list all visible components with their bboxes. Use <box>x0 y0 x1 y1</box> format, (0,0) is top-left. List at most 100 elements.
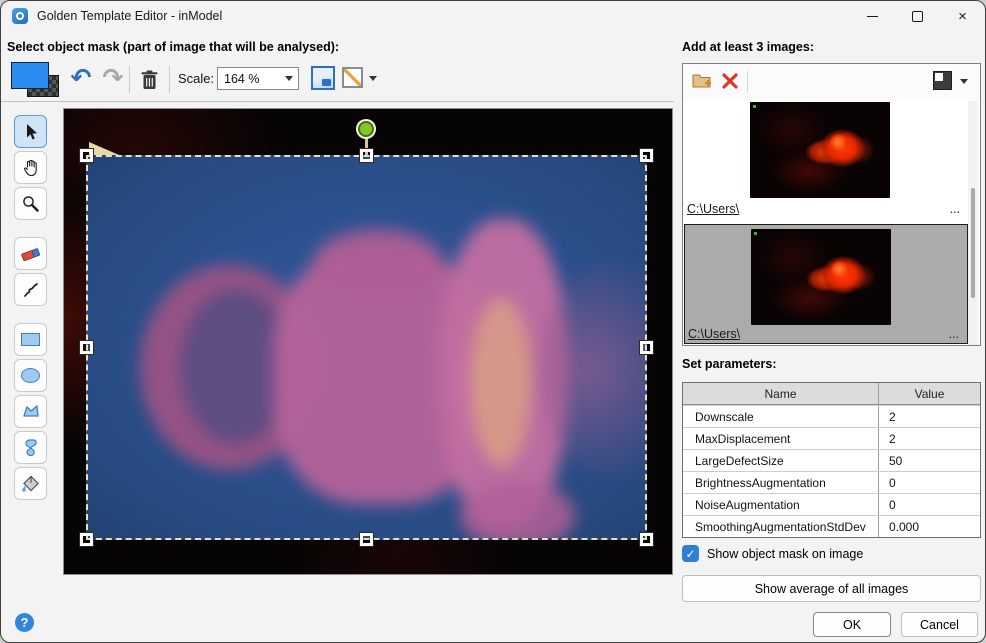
object-mask-region[interactable] <box>86 155 647 540</box>
param-name: LargeDefectSize <box>683 450 879 471</box>
titlebar: Golden Template Editor - inModel × <box>1 1 985 31</box>
scale-combobox[interactable]: 164 % <box>217 67 299 90</box>
editor-toolbar: ↶ ↷ Scale: 164 % <box>1 57 674 102</box>
image-more-label: ... <box>950 202 960 216</box>
undo-button[interactable]: ↶ <box>67 61 95 95</box>
show-average-button[interactable]: Show average of all images <box>682 575 981 602</box>
help-button[interactable]: ? <box>15 613 34 632</box>
tool-freeform-region[interactable] <box>14 431 47 464</box>
show-mask-checkbox-row[interactable]: ✓ Show object mask on image <box>682 545 863 562</box>
param-value[interactable]: 2 <box>879 432 980 446</box>
ok-button[interactable]: OK <box>813 612 891 637</box>
remove-image-button[interactable] <box>721 72 739 95</box>
close-button[interactable]: × <box>940 1 985 31</box>
eraser-icon <box>21 247 41 261</box>
tool-rectangle[interactable] <box>14 323 47 356</box>
mask-section-label: Select object mask (part of image that w… <box>7 40 339 54</box>
redo-button[interactable]: ↷ <box>99 61 127 95</box>
param-value[interactable]: 0 <box>879 498 980 512</box>
tool-polygon[interactable] <box>14 395 47 428</box>
image-path-link[interactable]: C:\Users\ <box>687 202 739 216</box>
minimize-button[interactable] <box>850 1 895 31</box>
trash-icon <box>141 70 158 90</box>
tool-zoom[interactable] <box>14 187 47 220</box>
image-thumbnail[interactable] <box>751 229 891 325</box>
blob-icon <box>23 439 39 457</box>
image-thumbnail[interactable] <box>750 102 890 198</box>
table-row[interactable]: MaxDisplacement 2 <box>683 427 980 449</box>
param-value[interactable]: 2 <box>879 410 980 424</box>
selection-handle-sw[interactable] <box>80 533 93 546</box>
param-value[interactable]: 0.000 <box>879 520 980 534</box>
golden-template-editor-dialog: Golden Template Editor - inModel × Selec… <box>0 0 986 643</box>
images-section-label: Add at least 3 images: <box>682 40 814 54</box>
add-images-button[interactable] <box>692 72 714 95</box>
maximize-button[interactable] <box>895 1 940 31</box>
mask-editor-canvas[interactable] <box>63 108 673 575</box>
toolbar-separator <box>747 71 748 93</box>
checkbox-checked-icon[interactable]: ✓ <box>682 545 699 562</box>
tool-freehand-draw[interactable] <box>14 273 47 306</box>
parameters-section-label: Set parameters: <box>682 357 777 371</box>
mask-corner-marker <box>89 142 119 155</box>
image-path-link[interactable]: C:\Users\ <box>688 327 740 341</box>
region-mode-dropdown-icon[interactable] <box>369 76 377 81</box>
toolbar-separator <box>169 66 170 93</box>
cancel-button[interactable]: Cancel <box>901 612 978 637</box>
param-name: Downscale <box>683 406 879 427</box>
image-list-toolbar <box>683 64 980 100</box>
folder-plus-icon <box>692 72 714 90</box>
tool-fill[interactable] <box>14 467 47 500</box>
tool-eraser[interactable] <box>14 237 47 270</box>
selection-handle-n[interactable] <box>360 149 373 162</box>
selection-handle-w[interactable] <box>80 341 93 354</box>
scale-value: 164 % <box>224 72 285 86</box>
scribble-icon <box>22 281 40 299</box>
help-icon: ? <box>21 615 29 630</box>
window-title: Golden Template Editor - inModel <box>37 9 222 23</box>
table-row[interactable]: NoiseAugmentation 0 <box>683 493 980 515</box>
image-more-label: ... <box>949 327 959 341</box>
selection-handle-ne[interactable] <box>640 149 653 162</box>
delete-mask-button[interactable] <box>135 66 163 94</box>
show-mask-checkbox-label: Show object mask on image <box>707 547 863 561</box>
param-value[interactable]: 50 <box>879 454 980 468</box>
param-name: MaxDisplacement <box>683 428 879 449</box>
image-list-scrollbar[interactable] <box>968 101 978 345</box>
table-row[interactable]: LargeDefectSize 50 <box>683 449 980 471</box>
maximize-icon <box>912 11 923 22</box>
table-row[interactable]: SmoothingAugmentationStdDev 0.000 <box>683 515 980 537</box>
minimize-icon <box>867 16 878 17</box>
selection-handle-se[interactable] <box>640 533 653 546</box>
chevron-down-icon <box>285 76 293 81</box>
close-icon: × <box>958 9 967 24</box>
color-swatch[interactable] <box>11 60 59 98</box>
tool-pan[interactable] <box>14 151 47 184</box>
app-icon <box>12 8 28 24</box>
param-name: NoiseAugmentation <box>683 494 879 515</box>
parameters-table: Name Value Downscale 2 MaxDisplacement 2… <box>682 382 981 538</box>
save-dropdown-icon[interactable] <box>960 79 968 84</box>
param-value[interactable]: 0 <box>879 476 980 490</box>
image-list-item[interactable]: C:\Users\ ... <box>684 100 968 224</box>
selection-handle-e[interactable] <box>640 341 653 354</box>
tool-ellipse[interactable] <box>14 359 47 392</box>
tool-select[interactable] <box>14 115 47 148</box>
scrollbar-thumb[interactable] <box>971 188 975 298</box>
save-images-button[interactable] <box>933 71 952 90</box>
table-row[interactable]: BrightnessAugmentation 0 <box>683 471 980 493</box>
redo-icon: ↷ <box>103 63 124 93</box>
image-list-item-selected[interactable]: C:\Users\ ... <box>684 224 968 344</box>
selection-handle-nw[interactable] <box>80 149 93 162</box>
toolbar-separator <box>129 66 130 93</box>
region-mode-button[interactable] <box>342 67 363 88</box>
image-list-panel: C:\Users\ ... C:\Users\ ... <box>682 63 981 346</box>
foreground-swatch-icon <box>11 62 49 89</box>
table-row[interactable]: Downscale 2 <box>683 405 980 427</box>
selection-handle-s[interactable] <box>360 533 373 546</box>
rotation-handle[interactable] <box>358 121 374 137</box>
undo-icon: ↶ <box>71 63 92 93</box>
table-header-row: Name Value <box>683 383 980 405</box>
fit-to-window-button[interactable] <box>311 66 335 90</box>
hand-icon <box>22 159 40 177</box>
